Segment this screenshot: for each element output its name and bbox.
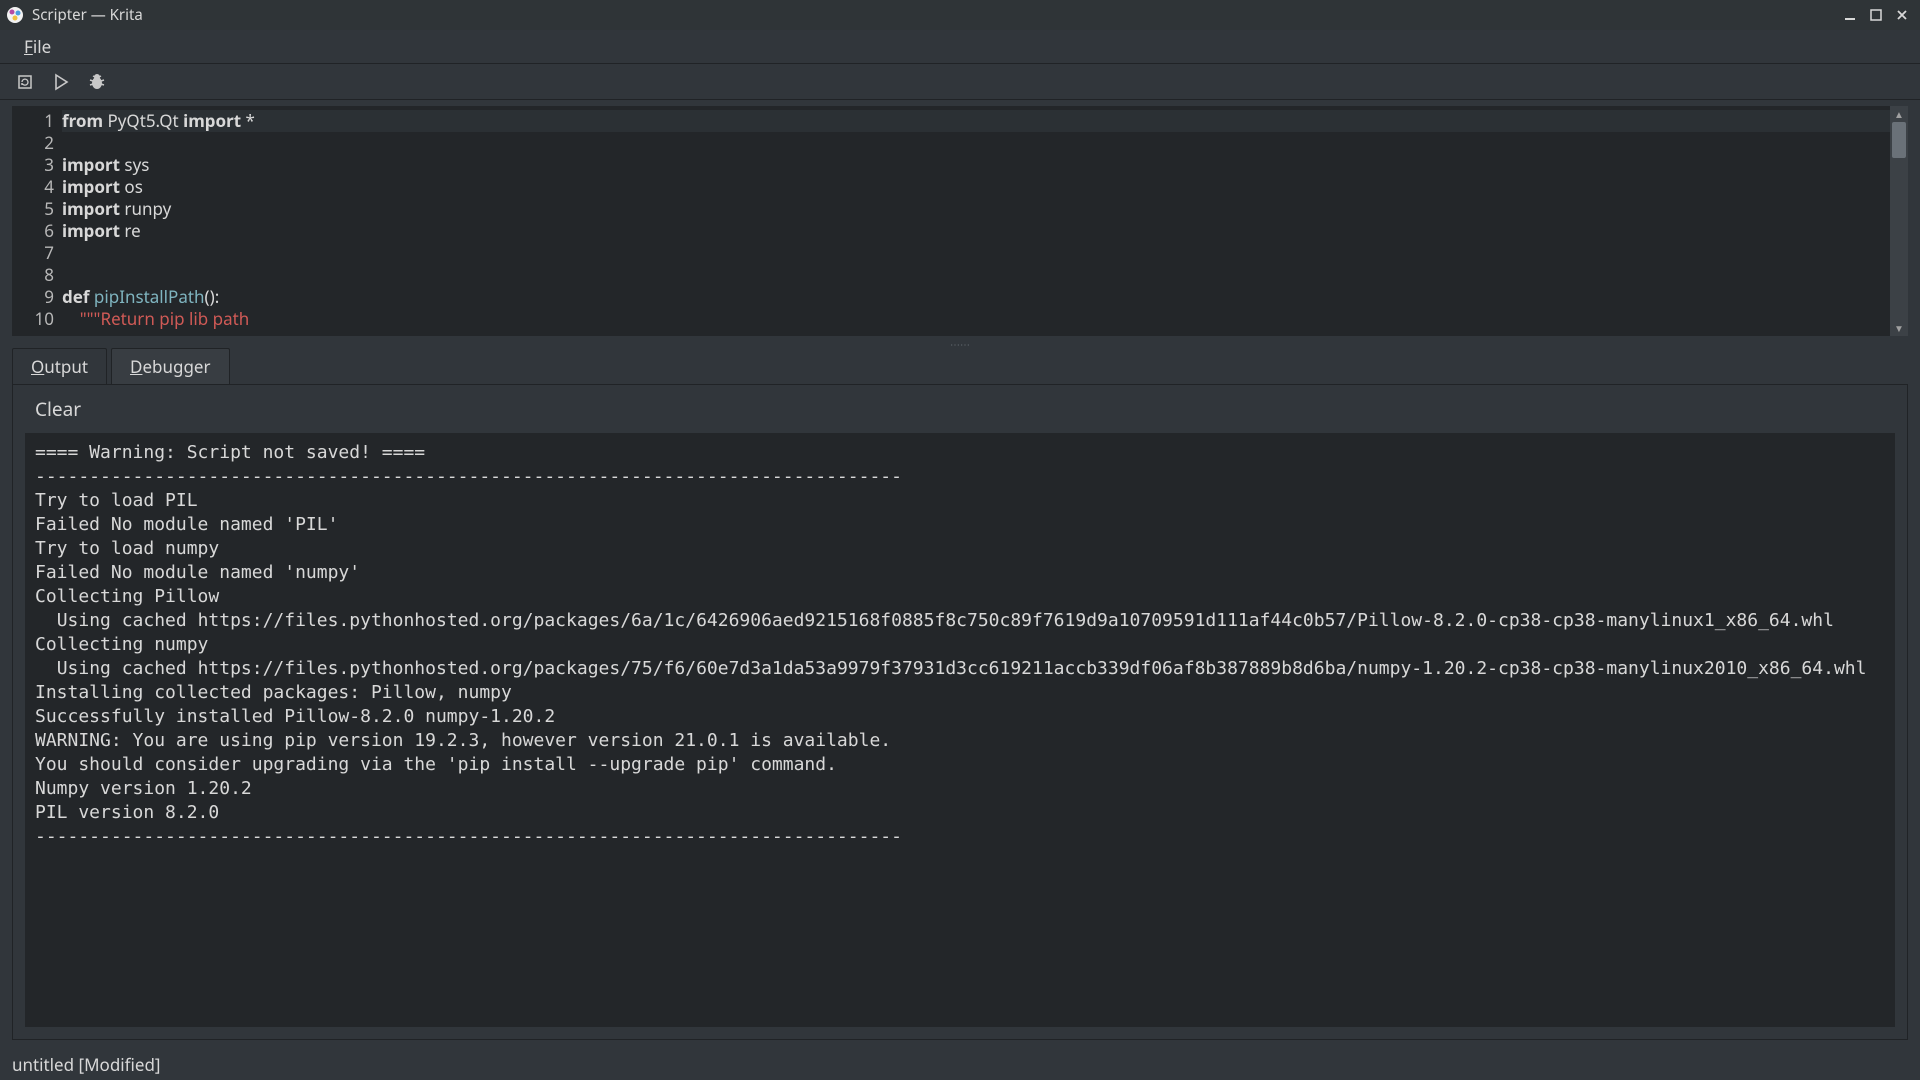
code-line[interactable]: """Return pip lib path bbox=[62, 308, 1890, 330]
code-line[interactable]: import os bbox=[62, 176, 1890, 198]
code-content[interactable]: from PyQt5.Qt import * import sysimport o… bbox=[62, 106, 1890, 336]
line-number: 1 bbox=[12, 110, 54, 132]
output-panel: Clear ==== Warning: Script not saved! ==… bbox=[12, 384, 1908, 1040]
line-number: 9 bbox=[12, 286, 54, 308]
minimize-button[interactable] bbox=[1838, 4, 1862, 26]
code-line[interactable] bbox=[62, 132, 1890, 154]
statusbar: untitled [Modified] bbox=[0, 1048, 1920, 1080]
code-line[interactable]: import re bbox=[62, 220, 1890, 242]
menu-file[interactable]: File bbox=[12, 31, 63, 62]
tab-debugger[interactable]: Debugger bbox=[111, 348, 230, 384]
status-filename: untitled [Modified] bbox=[12, 1053, 161, 1076]
titlebar: Scripter — Krita bbox=[0, 0, 1920, 30]
code-scrollbar[interactable]: ▲ ▼ bbox=[1890, 106, 1908, 336]
code-line[interactable]: import sys bbox=[62, 154, 1890, 176]
clear-button[interactable]: Clear bbox=[35, 396, 81, 422]
splitter-handle[interactable]: ⋯⋯ bbox=[0, 340, 1920, 348]
line-number: 8 bbox=[12, 264, 54, 286]
scroll-thumb[interactable] bbox=[1892, 122, 1906, 158]
toolbar bbox=[0, 64, 1920, 100]
output-tabs: Output Debugger bbox=[0, 348, 1920, 384]
debug-icon[interactable] bbox=[86, 71, 108, 93]
line-number: 4 bbox=[12, 176, 54, 198]
run-icon[interactable] bbox=[50, 71, 72, 93]
code-line[interactable]: def pipInstallPath(): bbox=[62, 286, 1890, 308]
line-number: 3 bbox=[12, 154, 54, 176]
code-editor[interactable]: 12345678910 from PyQt5.Qt import * import… bbox=[12, 106, 1908, 336]
maximize-button[interactable] bbox=[1864, 4, 1888, 26]
code-line[interactable] bbox=[62, 264, 1890, 286]
code-line[interactable]: from PyQt5.Qt import * bbox=[62, 110, 1890, 132]
code-line[interactable] bbox=[62, 242, 1890, 264]
line-number: 6 bbox=[12, 220, 54, 242]
krita-app-icon bbox=[6, 6, 24, 24]
scroll-up-arrow[interactable]: ▲ bbox=[1890, 106, 1908, 122]
scroll-down-arrow[interactable]: ▼ bbox=[1890, 320, 1908, 336]
line-number: 2 bbox=[12, 132, 54, 154]
output-text[interactable]: ==== Warning: Script not saved! ==== ---… bbox=[25, 433, 1895, 1027]
reload-icon[interactable] bbox=[14, 71, 36, 93]
output-toolbar: Clear bbox=[13, 385, 1907, 433]
code-line[interactable]: import runpy bbox=[62, 198, 1890, 220]
window-title: Scripter — Krita bbox=[32, 5, 1830, 25]
line-number: 5 bbox=[12, 198, 54, 220]
line-number-gutter: 12345678910 bbox=[12, 106, 62, 336]
tab-output[interactable]: Output bbox=[12, 348, 107, 384]
close-button[interactable] bbox=[1890, 4, 1914, 26]
line-number: 7 bbox=[12, 242, 54, 264]
window-controls bbox=[1838, 4, 1914, 26]
menubar: File bbox=[0, 30, 1920, 64]
line-number: 10 bbox=[12, 308, 54, 330]
